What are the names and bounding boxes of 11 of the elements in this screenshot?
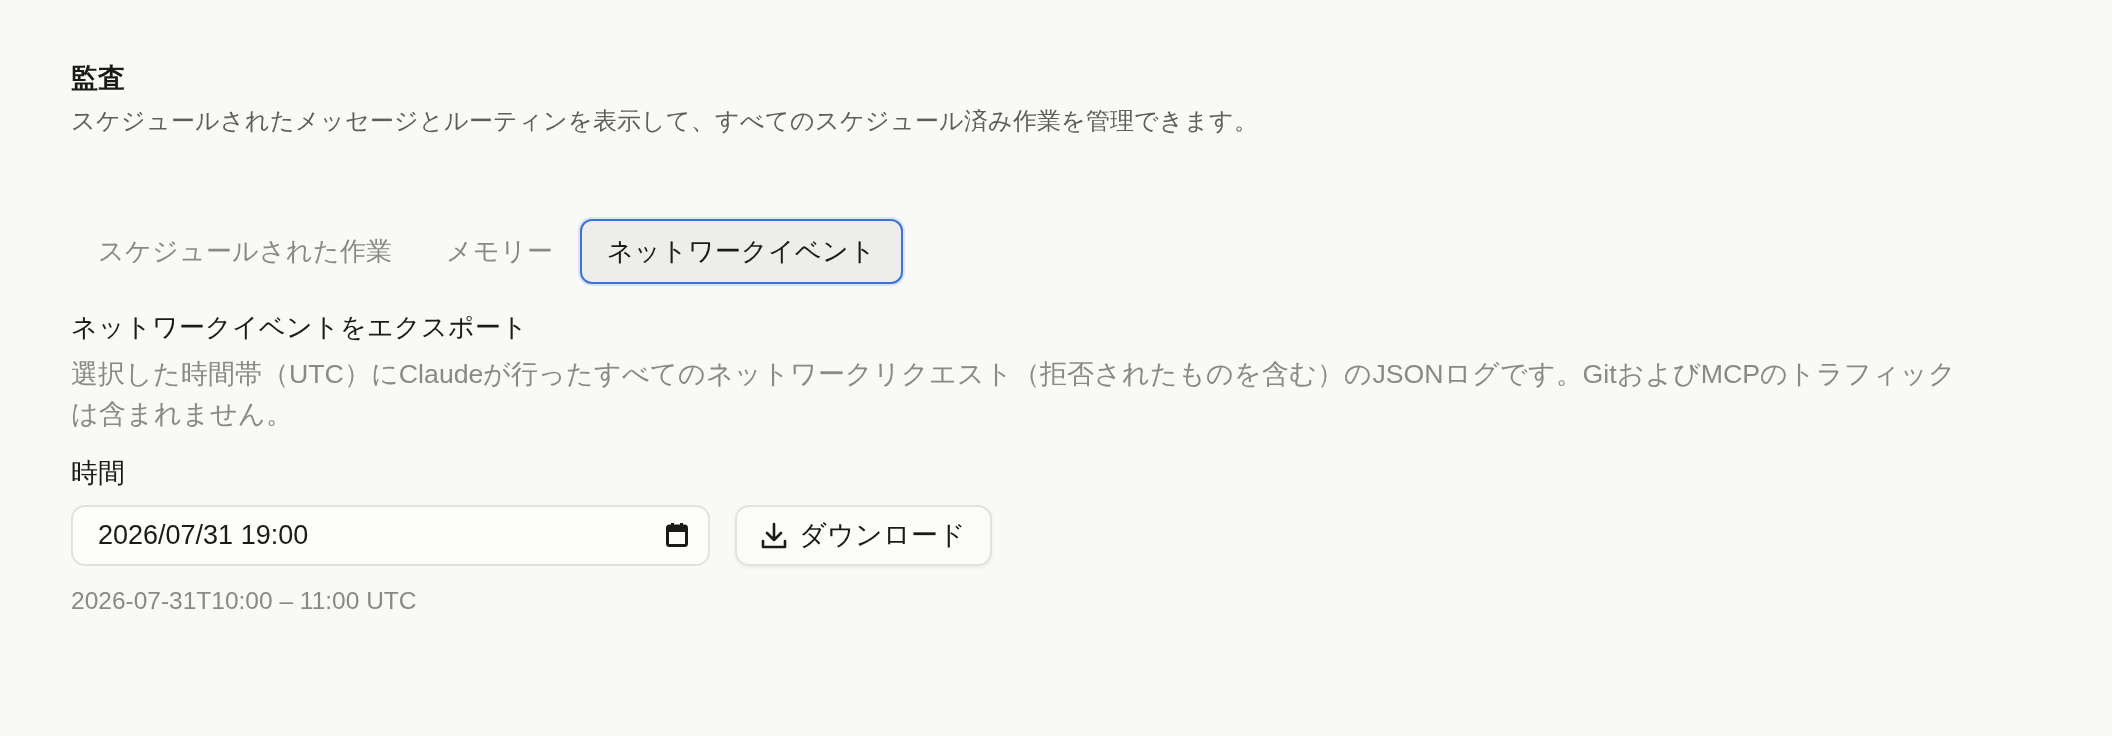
time-range-hint: 2026-07-31T10:00 – 11:00 UTC xyxy=(71,586,417,616)
tab[interactable]: ネットワークイベント xyxy=(580,219,903,284)
time-label: 時間 xyxy=(71,457,125,490)
section-description: 選択した時間帯（UTC）にClaudeが行ったすべてのネットワークリクエスト（拒否されたものを含む）のJSONログです。GitおよびMCPのトラフィックは含まれません。 xyxy=(71,358,1957,431)
page-subtitle: スケジュールされたメッセージとルーティンを表示して、すべてのスケジュール済み作業を管理できます。 xyxy=(71,106,1258,136)
download-icon xyxy=(759,520,789,551)
section-heading: ネットワークイベントをエクスポート xyxy=(71,311,528,344)
date-time-field[interactable]: 2026/07/31 19:00 xyxy=(71,505,710,566)
download-button[interactable]: ダウンロード xyxy=(735,505,992,566)
page-title: 監査 xyxy=(71,62,125,95)
calendar-icon[interactable] xyxy=(666,523,688,547)
